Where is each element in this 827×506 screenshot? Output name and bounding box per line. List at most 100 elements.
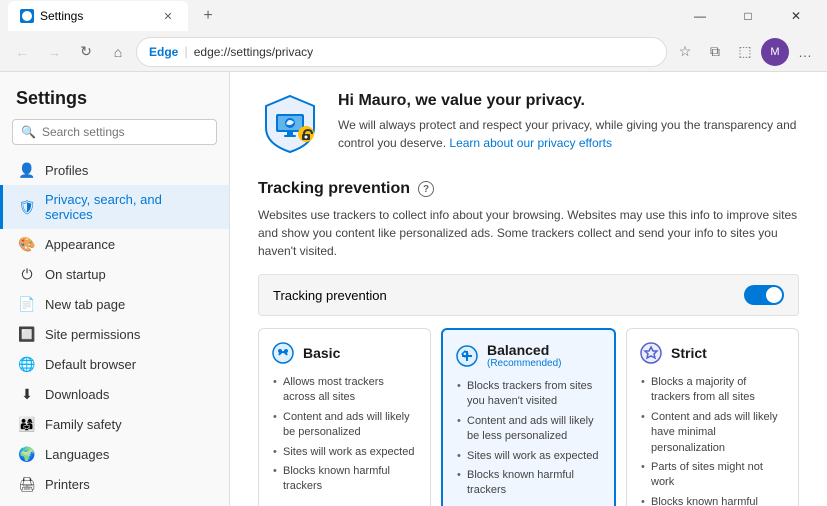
balanced-item-1: Content and ads will likely be less pers… (455, 412, 602, 447)
appearance-icon: 🎨 (19, 236, 35, 252)
balanced-card-subtitle: (Recommended) (487, 358, 561, 369)
balanced-item-2: Sites will work as expected (455, 447, 602, 466)
balanced-card-items: Blocks trackers from sites you haven't v… (455, 377, 602, 501)
tracking-toggle[interactable] (744, 285, 784, 305)
privacy-description: We will always protect and respect your … (338, 116, 799, 152)
printers-icon: 🖨 (19, 476, 35, 492)
basic-item-1: Content and ads will likely be personali… (271, 408, 418, 443)
family-icon: 👨‍👩‍👧 (19, 416, 35, 432)
privacy-link[interactable]: Learn about our privacy efforts (449, 136, 612, 150)
tracking-section-desc: Websites use trackers to collect info ab… (258, 206, 799, 260)
sidebar-item-startup[interactable]: ⏻ On startup (0, 259, 229, 289)
newtab-icon: 📄 (19, 296, 35, 312)
sidebar: Settings 🔍 👤 Profiles 🛡 Privacy, search,… (0, 72, 230, 506)
forward-button[interactable]: → (40, 38, 68, 66)
browser-tab[interactable]: Settings ✕ (8, 1, 188, 31)
sidebar-item-profiles[interactable]: 👤 Profiles (0, 155, 229, 185)
title-bar: Settings ✕ + — □ ✕ (0, 0, 827, 32)
search-box[interactable]: 🔍 (12, 119, 217, 145)
tab-favicon (20, 9, 34, 23)
address-input[interactable]: Edge | edge://settings/privacy (136, 37, 667, 67)
strict-card-title: Strict (671, 345, 707, 361)
basic-card-icon (271, 341, 295, 365)
balanced-card-title-group: Balanced (Recommended) (487, 342, 561, 369)
more-icon[interactable]: … (791, 38, 819, 66)
privacy-icon: 🛡 (19, 199, 35, 215)
strict-item-0: Blocks a majority of trackers from all s… (639, 373, 786, 408)
sidebar-item-privacy[interactable]: 🛡 Privacy, search, and services (0, 185, 229, 229)
search-input[interactable] (42, 125, 208, 139)
sidebar-label-newtab: New tab page (45, 297, 125, 312)
maximize-button[interactable]: □ (725, 0, 771, 32)
tracking-toggle-label: Tracking prevention (273, 288, 387, 303)
browser-icon: 🌐 (19, 356, 35, 372)
privacy-greeting: Hi Mauro, we value your privacy. (338, 92, 799, 110)
balanced-item-3: Blocks known harmful trackers (455, 466, 602, 501)
sidebar-item-printers[interactable]: 🖨 Printers (0, 469, 229, 499)
address-bar: ← → ↻ ⌂ Edge | edge://settings/privacy ☆… (0, 32, 827, 72)
close-button[interactable]: ✕ (773, 0, 819, 32)
strict-item-3: Blocks known harmful trackers (639, 493, 786, 506)
basic-card-title: Basic (303, 345, 340, 361)
privacy-banner: Hi Mauro, we value your privacy. We will… (258, 92, 799, 156)
sidebar-item-downloads[interactable]: ⬇ Downloads (0, 379, 229, 409)
sidebar-label-downloads: Downloads (45, 387, 109, 402)
basic-item-0: Allows most trackers across all sites (271, 373, 418, 408)
privacy-shield-image (258, 92, 322, 156)
home-button[interactable]: ⌂ (104, 38, 132, 66)
sidebar-item-family[interactable]: 👨‍👩‍👧 Family safety (0, 409, 229, 439)
sidebar-item-newtab[interactable]: 📄 New tab page (0, 289, 229, 319)
sidebar-label-permissions: Site permissions (45, 327, 140, 342)
tracking-toggle-row: Tracking prevention (258, 274, 799, 316)
sidebar-label-appearance: Appearance (45, 237, 115, 252)
profile-button[interactable]: M (761, 38, 789, 66)
sidebar-label-languages: Languages (45, 447, 109, 462)
strict-item-2: Parts of sites might not work (639, 458, 786, 493)
card-balanced-header: Balanced (Recommended) (455, 342, 602, 369)
sidebar-item-permissions[interactable]: 🔲 Site permissions (0, 319, 229, 349)
tracking-cards: Basic Allows most trackers across all si… (258, 328, 799, 506)
basic-card-items: Allows most trackers across all sites Co… (271, 373, 418, 497)
search-icon: 🔍 (21, 125, 36, 139)
minimize-button[interactable]: — (677, 0, 723, 32)
favorites-icon[interactable]: ☆ (671, 38, 699, 66)
sidebar-title: Settings (0, 84, 229, 119)
refresh-button[interactable]: ↻ (72, 38, 100, 66)
address-url: edge://settings/privacy (194, 45, 313, 59)
downloads-icon: ⬇ (19, 386, 35, 402)
sidebar-label-printers: Printers (45, 477, 90, 492)
strict-card-icon (639, 341, 663, 365)
sidebar-item-default-browser[interactable]: 🌐 Default browser (0, 349, 229, 379)
tab-title: Settings (40, 9, 83, 23)
strict-item-1: Content and ads will likely have minimal… (639, 408, 786, 458)
card-balanced[interactable]: Balanced (Recommended) Blocks trackers f… (441, 328, 616, 506)
sidebar-label-startup: On startup (45, 267, 106, 282)
privacy-text: Hi Mauro, we value your privacy. We will… (338, 92, 799, 152)
sidebar-item-system[interactable]: ⚙ System (0, 499, 229, 506)
sidebar-label-default-browser: Default browser (45, 357, 136, 372)
main-layout: Settings 🔍 👤 Profiles 🛡 Privacy, search,… (0, 72, 827, 506)
back-button[interactable]: ← (8, 38, 36, 66)
content-area: Hi Mauro, we value your privacy. We will… (230, 72, 827, 506)
balanced-card-icon (455, 344, 479, 368)
address-toolbar: ☆ ⧉ ⬚ M … (671, 38, 819, 66)
card-strict[interactable]: Strict Blocks a majority of trackers fro… (626, 328, 799, 506)
card-strict-header: Strict (639, 341, 786, 365)
sidebar-label-profiles: Profiles (45, 163, 88, 178)
sidebar-item-languages[interactable]: 🌍 Languages (0, 439, 229, 469)
new-tab-button[interactable]: + (196, 4, 220, 28)
sidebar-item-appearance[interactable]: 🎨 Appearance (0, 229, 229, 259)
basic-item-2: Sites will work as expected (271, 443, 418, 462)
permissions-icon: 🔲 (19, 326, 35, 342)
sidebar-icon[interactable]: ⬚ (731, 38, 759, 66)
address-separator: | (184, 44, 187, 59)
collections-icon[interactable]: ⧉ (701, 38, 729, 66)
card-basic[interactable]: Basic Allows most trackers across all si… (258, 328, 431, 506)
help-icon[interactable]: ? (418, 181, 434, 197)
card-basic-header: Basic (271, 341, 418, 365)
strict-card-items: Blocks a majority of trackers from all s… (639, 373, 786, 506)
window-controls: — □ ✕ (677, 0, 819, 32)
balanced-item-0: Blocks trackers from sites you haven't v… (455, 377, 602, 412)
tab-close-button[interactable]: ✕ (160, 8, 176, 24)
sidebar-label-family: Family safety (45, 417, 122, 432)
